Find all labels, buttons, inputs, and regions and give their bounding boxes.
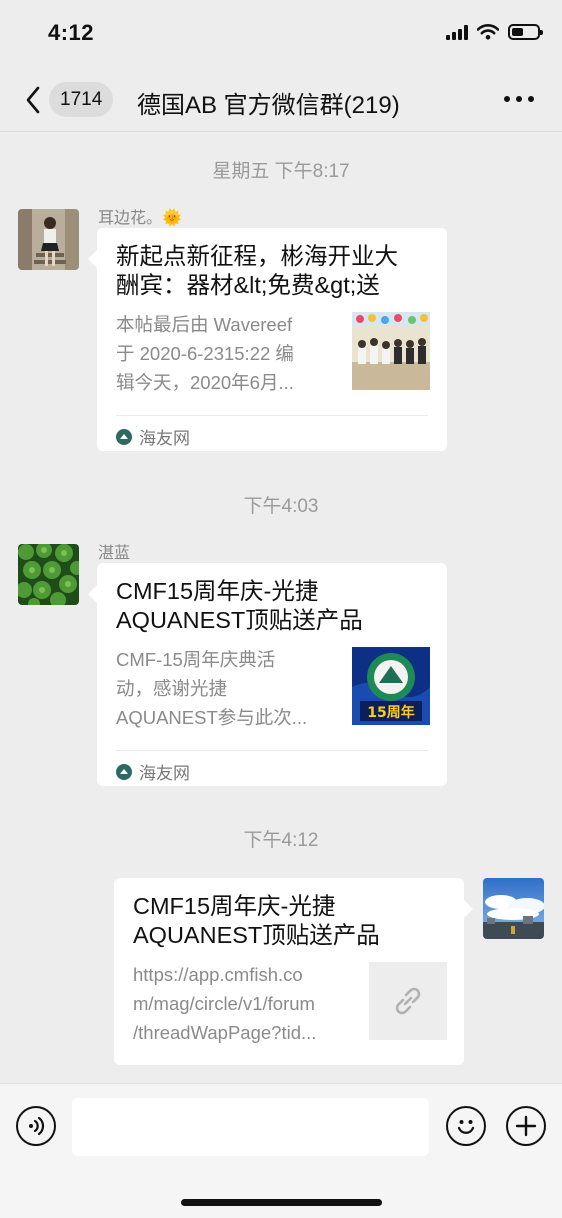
message-timestamp: 星期五 下午8:17 bbox=[212, 161, 350, 182]
card-description: 本帖最后由 Wavereef 于 2020-6-2315:22 编 辑今天，20… bbox=[116, 314, 294, 393]
card-description: https://app.cmfish.co m/mag/circle/v1/fo… bbox=[133, 964, 317, 1043]
message-timestamp: 下午4:03 bbox=[243, 496, 319, 517]
card-thumbnail bbox=[352, 312, 430, 390]
link-icon bbox=[369, 962, 447, 1040]
input-bar bbox=[0, 1083, 562, 1218]
chevron-left-icon bbox=[26, 86, 40, 114]
link-card[interactable]: CMF15周年庆-光捷 AQUANEST顶贴送产品 CMF-15周年庆典活 动，… bbox=[88, 563, 447, 786]
back-button[interactable] bbox=[18, 82, 48, 118]
thumbnail-anniversary-text: 15周年 bbox=[367, 704, 414, 721]
link-card[interactable]: CMF15周年庆-光捷 AQUANEST顶贴送产品 https://app.cm… bbox=[114, 878, 473, 1065]
plus-icon bbox=[515, 1115, 537, 1137]
status-time: 4:12 bbox=[48, 20, 95, 45]
card-title: CMF15周年庆-光捷 AQUANEST顶贴送产品 bbox=[116, 578, 363, 633]
sender-name: 耳边花。🌞 bbox=[98, 210, 182, 227]
cellular-signal-icon bbox=[446, 24, 468, 40]
status-icons bbox=[446, 24, 543, 40]
card-source: 海友网 bbox=[116, 750, 428, 784]
unread-count-badge[interactable]: 1714 bbox=[49, 82, 114, 117]
nav-bar: 1714 德国AB 官方微信群(219) bbox=[0, 68, 562, 132]
haiyou-logo-icon bbox=[116, 763, 132, 780]
card-thumbnail: 15周年 bbox=[352, 647, 430, 725]
message-timestamp: 下午4:12 bbox=[243, 830, 319, 851]
card-source: 海友网 bbox=[116, 415, 428, 449]
emoji-button[interactable] bbox=[446, 1106, 486, 1146]
avatar[interactable] bbox=[18, 544, 79, 605]
home-indicator[interactable] bbox=[181, 1199, 382, 1206]
status-bar: 4:12 bbox=[0, 0, 562, 68]
card-title: 新起点新征程，彬海开业大 酬宾：器材&lt;免费&gt;送 bbox=[116, 243, 398, 298]
source-name: 海友网 bbox=[139, 429, 190, 448]
card-description: CMF-15周年庆典活 动，感谢光捷 AQUANEST参与此次... bbox=[116, 649, 308, 728]
avatar[interactable] bbox=[18, 209, 79, 270]
add-button[interactable] bbox=[506, 1106, 546, 1146]
emoji-icon bbox=[457, 1120, 475, 1134]
voice-button[interactable] bbox=[16, 1106, 56, 1146]
wifi-icon bbox=[477, 24, 499, 40]
message-input[interactable] bbox=[72, 1098, 429, 1156]
more-dots-icon[interactable] bbox=[504, 96, 534, 102]
voice-icon bbox=[29, 1116, 45, 1136]
source-name: 海友网 bbox=[139, 764, 190, 783]
card-title: CMF15周年庆-光捷 AQUANEST顶贴送产品 bbox=[133, 893, 380, 948]
sender-name: 湛蓝 bbox=[98, 545, 131, 562]
haiyou-logo-icon bbox=[116, 428, 132, 445]
chat-title: 德国AB 官方微信群(219) bbox=[137, 92, 400, 119]
link-card[interactable]: 新起点新征程，彬海开业大 酬宾：器材&lt;免费&gt;送 本帖最后由 Wave… bbox=[88, 228, 447, 451]
battery-icon bbox=[508, 24, 543, 40]
avatar[interactable] bbox=[483, 878, 544, 939]
